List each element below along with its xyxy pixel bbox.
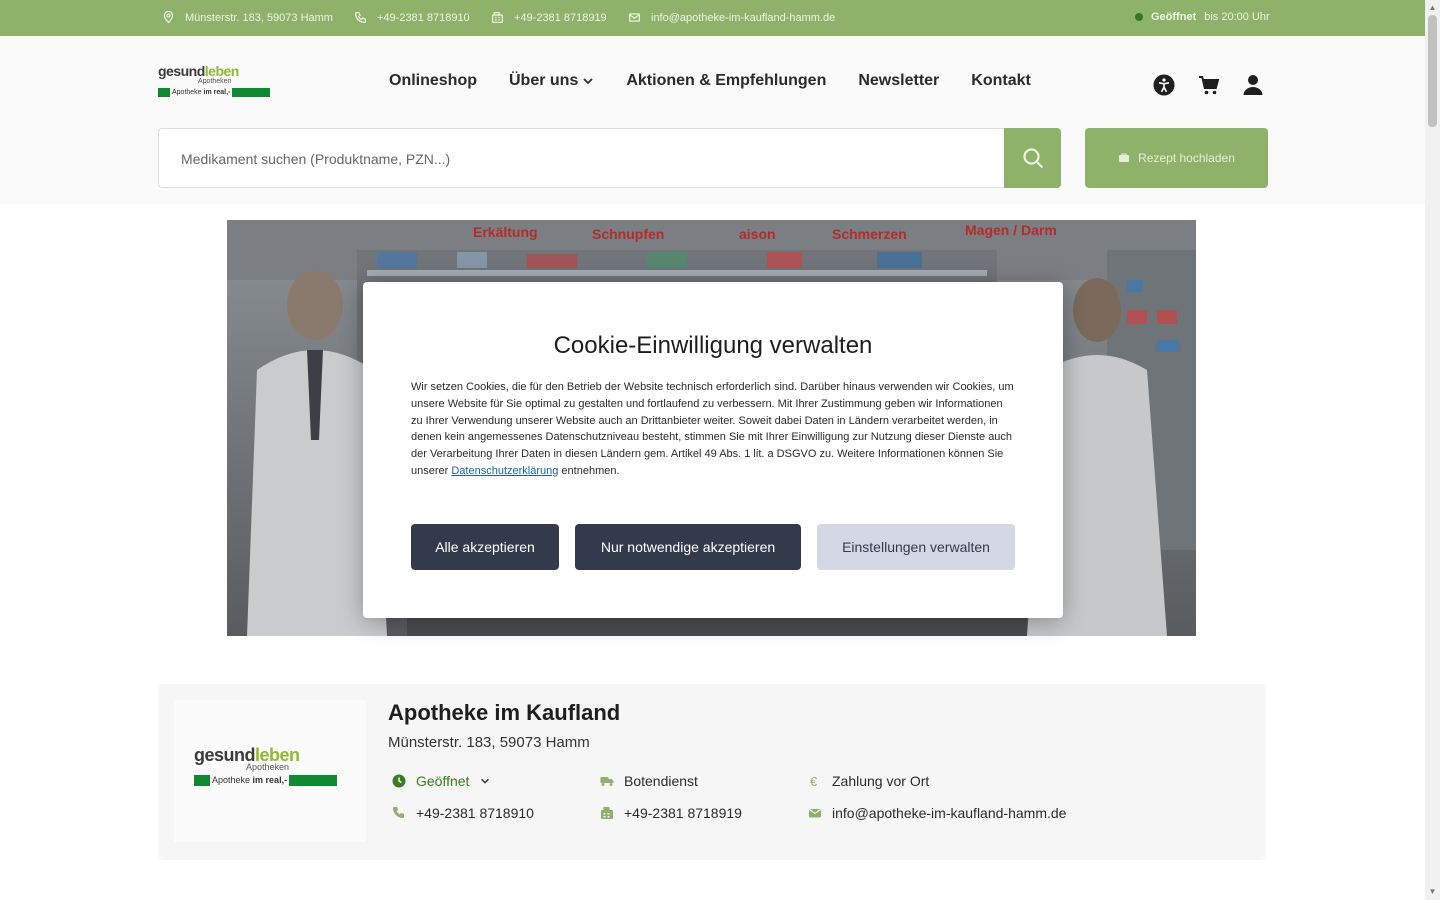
user-account-button[interactable] — [1242, 74, 1264, 101]
pharmacy-address: Münsterstr. 183, 59073 Hamm — [388, 734, 590, 751]
euro-icon: € — [810, 774, 818, 788]
card-logo-bar-right — [289, 774, 338, 786]
nav-item-kontakt[interactable]: Kontakt — [971, 72, 1031, 90]
topbar-opening-status: Geöffnet bis 20:00 Uhr — [1135, 11, 1270, 23]
phone-icon — [393, 807, 404, 818]
pharmacy-email[interactable]: info@apotheke-im-kaufland-hamm.de — [808, 805, 1066, 821]
pharmacy-name: Apotheke im Kaufland — [388, 700, 621, 725]
nav-item-newsletter[interactable]: Newsletter — [858, 72, 939, 90]
topbar-hours-text: bis 20:00 Uhr — [1204, 11, 1270, 23]
shelf-label-saison: aison — [739, 226, 776, 242]
logo-bar-text-b: im real,- — [203, 88, 231, 96]
cart-icon — [1199, 76, 1220, 95]
main-navigation: Onlineshop Über uns Aktionen & Empfehlun… — [389, 72, 1031, 90]
pharmacy-payment: € Zahlung vor Ort — [808, 773, 929, 789]
accept-all-button[interactable]: Alle akzeptieren — [411, 524, 559, 570]
chevron-down-icon — [481, 778, 490, 784]
card-logo-bar-text-b: im real,- — [252, 775, 288, 785]
cart-button[interactable] — [1198, 74, 1220, 101]
search-button[interactable] — [1004, 128, 1061, 188]
pharmacy-delivery: Botendienst — [600, 773, 698, 789]
phone-icon — [354, 11, 367, 24]
location-pin-icon — [163, 11, 174, 24]
scroll-up-icon[interactable]: ▲ — [1428, 3, 1437, 12]
accessibility-button[interactable] — [1153, 74, 1175, 101]
clock-icon — [392, 774, 406, 788]
pharmacy-fax: +49-2381 8718919 — [600, 805, 742, 821]
cookie-dialog-title: Cookie-Einwilligung verwalten — [553, 332, 873, 359]
cookie-text-end: entnehmen. — [558, 464, 620, 477]
topbar-email-text[interactable]: info@apotheke-im-kaufland-hamm.de — [651, 12, 835, 24]
cookie-consent-dialog: Cookie-Einwilligung verwalten Wir setzen… — [363, 282, 1063, 618]
prescription-icon — [1119, 153, 1130, 162]
scroll-down-icon[interactable]: ▼ — [1428, 887, 1437, 896]
pharmacy-status-text[interactable]: Geöffnet — [416, 773, 469, 789]
logo-bar-right — [232, 87, 271, 97]
topbar-address-text: Münsterstr. 183, 59073 Hamm — [185, 11, 333, 24]
envelope-icon — [628, 13, 641, 22]
privacy-policy-link[interactable]: Datenschutzerklärung — [451, 465, 558, 477]
site-logo[interactable]: gesundleben Apotheken Apotheke im real,- — [158, 64, 280, 100]
page-scrollbar[interactable]: ▲ ▼ — [1425, 0, 1440, 900]
cookie-dialog-text: Wir setzen Cookies, die für den Betrieb … — [411, 379, 1015, 480]
logo-bar-left — [158, 87, 170, 97]
site-header: gesundleben Apotheken Apotheke im real,-… — [0, 36, 1425, 204]
nav-item-onlineshop[interactable]: Onlineshop — [389, 72, 477, 90]
search-input[interactable]: Medikament suchen (Produktname, PZN...) — [158, 128, 1005, 188]
prescription-upload-button[interactable]: Rezept hochladen — [1085, 128, 1268, 188]
logo-subtitle: Apotheken — [198, 78, 232, 85]
pharmacy-info-card: gesundleben Apotheken Apotheke im real,-… — [158, 684, 1266, 860]
open-status-dot-icon — [1135, 13, 1143, 21]
nav-item-aktionen[interactable]: Aktionen & Empfehlungen — [626, 72, 826, 90]
pharmacy-phone-text[interactable]: +49-2381 8718910 — [416, 805, 534, 821]
top-info-bar: Münsterstr. 183, 59073 Hamm +49-2381 871… — [0, 0, 1425, 36]
pharmacy-payment-text: Zahlung vor Ort — [832, 773, 930, 789]
fax-icon — [491, 11, 504, 24]
pharmacy-card-logo: gesundleben Apotheken Apotheke im real,- — [174, 700, 366, 842]
shelf-label-erkaeltung: Erkältung — [473, 224, 538, 240]
accept-necessary-button[interactable]: Nur notwendige akzeptieren — [575, 524, 801, 570]
chevron-down-icon — [583, 78, 593, 85]
fax-icon — [601, 807, 613, 819]
pharmacy-email-text[interactable]: info@apotheke-im-kaufland-hamm.de — [832, 805, 1066, 821]
accessibility-icon — [1153, 74, 1175, 96]
pharmacy-phone[interactable]: +49-2381 8718910 — [392, 805, 534, 821]
pharmacy-delivery-text: Botendienst — [624, 773, 698, 789]
nav-item-ueber-uns[interactable]: Über uns — [509, 72, 594, 90]
logo-bar-text-a: Apotheke — [172, 88, 202, 96]
manage-settings-button[interactable]: Einstellungen verwalten — [817, 524, 1015, 570]
logo-word-a: gesund — [158, 63, 205, 79]
topbar-phone[interactable]: +49-2381 8718910 — [354, 11, 470, 24]
topbar-fax: +49-2381 8718919 — [491, 11, 607, 24]
pharmacy-status-dropdown[interactable]: Geöffnet — [392, 773, 491, 789]
svg-text:€: € — [810, 774, 818, 788]
prescription-upload-label[interactable]: Rezept hochladen — [1138, 151, 1235, 165]
card-logo-bar-left — [194, 774, 210, 786]
topbar-email[interactable]: info@apotheke-im-kaufland-hamm.de — [628, 11, 835, 24]
nav-item-ueber-uns-label[interactable]: Über uns — [509, 72, 578, 90]
card-logo-bar-text-a: Apotheke — [212, 775, 251, 785]
topbar-phone-text[interactable]: +49-2381 8718910 — [377, 12, 470, 24]
logo-word-b: leben — [204, 63, 240, 79]
shelf-label-schnupfen: Schnupfen — [592, 226, 664, 242]
search-icon — [1022, 148, 1043, 169]
scrollbar-thumb[interactable] — [1428, 15, 1437, 127]
topbar-status-text: Geöffnet — [1151, 11, 1197, 23]
delivery-truck-icon — [600, 777, 614, 786]
cookie-text-body: Wir setzen Cookies, die für den Betrieb … — [411, 381, 1014, 477]
shelf-label-magen-darm: Magen / Darm — [965, 222, 1057, 238]
search-placeholder: Medikament suchen (Produktname, PZN...) — [181, 151, 451, 167]
pharmacy-fax-text: +49-2381 8718919 — [624, 805, 742, 821]
envelope-icon — [809, 809, 821, 818]
shelf-label-schmerzen: Schmerzen — [832, 226, 907, 242]
topbar-address: Münsterstr. 183, 59073 Hamm — [162, 11, 333, 24]
user-icon — [1243, 75, 1263, 95]
topbar-fax-text: +49-2381 8718919 — [514, 11, 607, 24]
